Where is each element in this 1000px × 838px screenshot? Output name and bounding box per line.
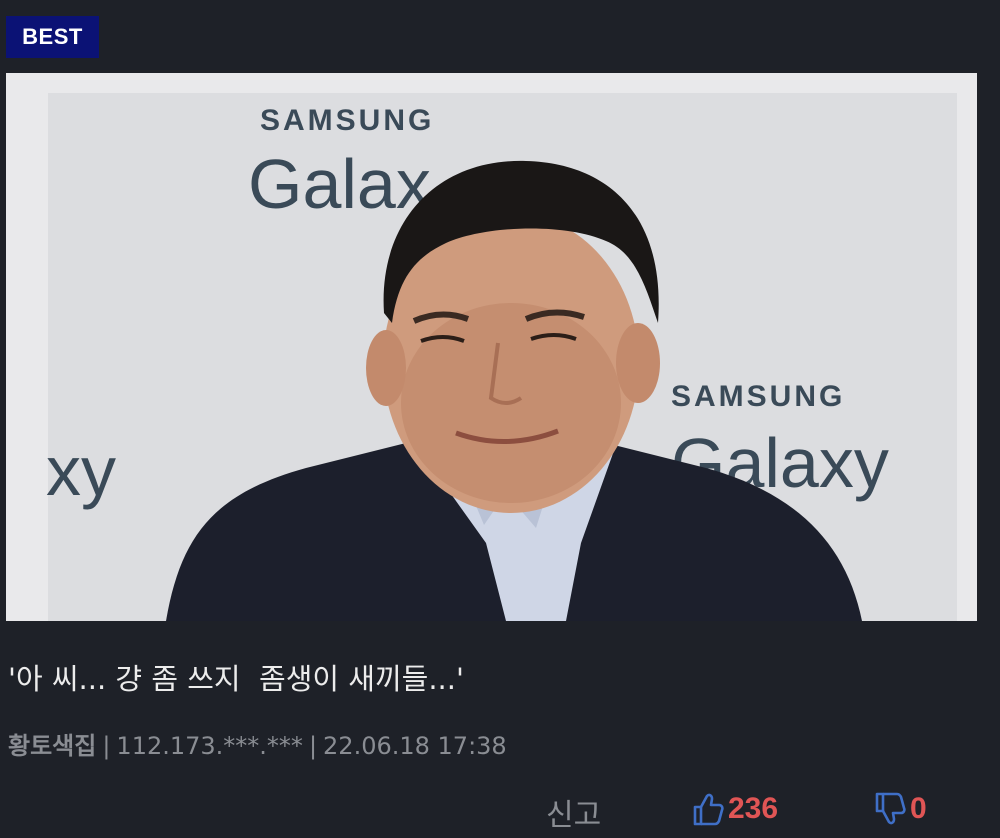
thumbs-down-icon bbox=[874, 792, 906, 826]
post-photo: SAMSUNG Galax SAMSUNG Galaxy xy bbox=[6, 73, 977, 621]
dislike-button[interactable]: 0 bbox=[874, 792, 927, 826]
dislike-count: 0 bbox=[910, 792, 927, 825]
author-name[interactable]: 황토색집 bbox=[8, 732, 96, 760]
post-actions: 신고 236 0 bbox=[0, 790, 1000, 834]
logo-product-1: Galax bbox=[248, 145, 431, 223]
post-datetime: 22.06.18 17:38 bbox=[323, 732, 507, 760]
meta-separator: | bbox=[102, 732, 111, 760]
photo-illustration: SAMSUNG Galax SAMSUNG Galaxy xy bbox=[6, 73, 977, 621]
report-button[interactable]: 신고 bbox=[546, 790, 601, 834]
best-badge: BEST bbox=[6, 16, 99, 58]
like-button[interactable]: 236 bbox=[692, 792, 778, 826]
post-title[interactable]: '아 씨... 걍 좀 쓰지 좀생이 새끼들...' bbox=[8, 656, 464, 698]
author-ip: 112.173.***.*** bbox=[116, 732, 303, 760]
like-count: 236 bbox=[728, 792, 779, 825]
thumbs-up-icon bbox=[692, 792, 724, 826]
post-meta: 황토색집 | 112.173.***.*** | 22.06.18 17:38 bbox=[8, 726, 507, 761]
logo-fragment-left: xy bbox=[46, 432, 116, 510]
meta-separator: | bbox=[308, 732, 318, 760]
logo-brand-2: SAMSUNG bbox=[671, 380, 845, 413]
logo-brand-1: SAMSUNG bbox=[260, 104, 434, 137]
